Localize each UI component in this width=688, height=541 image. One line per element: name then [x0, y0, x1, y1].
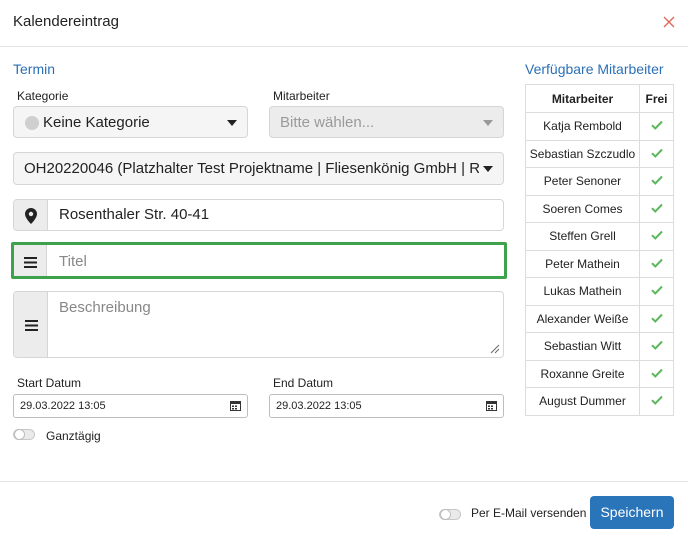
mitarbeiter-select[interactable]: Bitte wählen... [269, 106, 504, 138]
modal-header: Kalendereintrag [0, 0, 688, 47]
label-start-datum: Start Datum [17, 376, 82, 390]
employee-name: Soeren Comes [525, 194, 640, 223]
close-icon[interactable] [660, 13, 678, 31]
free-status-cell [639, 277, 674, 306]
available-employees-table: Mitarbeiter Frei Katja Rembold Sebastian … [525, 84, 674, 416]
free-status-cell [639, 139, 674, 168]
employee-name: Peter Senoner [525, 167, 640, 196]
toggle-knob [440, 509, 451, 520]
free-status-cell [639, 194, 674, 223]
free-status-cell [639, 167, 674, 196]
table-row: Roxanne Greite [525, 359, 674, 388]
end-date-value: 29.03.2022 13:05 [276, 400, 362, 412]
check-icon [650, 121, 663, 131]
column-header-mitarbeiter: Mitarbeiter [525, 84, 640, 113]
kategorie-select[interactable]: Keine Kategorie [13, 106, 248, 138]
resize-handle-icon[interactable] [490, 344, 500, 354]
label-ganztaegig: Ganztägig [46, 429, 101, 443]
label-kategorie: Kategorie [17, 89, 69, 103]
beschreibung-field[interactable]: Beschreibung [13, 291, 504, 358]
section-title-available-employees: Verfügbare Mitarbeiter [525, 61, 664, 77]
table-row: Sebastian Szczudlo [525, 139, 674, 168]
free-status-cell [639, 332, 674, 361]
titel-placeholder: Titel [59, 253, 87, 270]
employee-name: Roxanne Greite [525, 359, 640, 388]
employee-name: Alexander Weiße [525, 304, 640, 333]
section-title-termin: Termin [13, 61, 56, 77]
check-icon [650, 286, 663, 296]
map-marker-icon [25, 208, 37, 224]
check-icon [650, 258, 663, 268]
table-row: Alexander Weiße [525, 304, 674, 333]
beschreibung-addon [14, 292, 48, 357]
check-icon [650, 341, 663, 351]
employee-name: Steffen Grell [525, 222, 640, 251]
table-row: Soeren Comes [525, 194, 674, 223]
end-date-input[interactable]: 29.03.2022 13:05 [269, 394, 504, 418]
column-header-frei: Frei [639, 84, 674, 113]
check-icon [650, 313, 663, 323]
employee-name: Sebastian Witt [525, 332, 640, 361]
bars-icon [24, 257, 37, 268]
table-row: August Dummer [525, 387, 674, 416]
table-row: Peter Senoner [525, 167, 674, 196]
free-status-cell [639, 359, 674, 388]
check-icon [650, 176, 663, 186]
start-date-input[interactable]: 29.03.2022 13:05 [13, 394, 248, 418]
project-select[interactable]: OH20220046 (Platzhalter Test Projektname… [13, 152, 504, 185]
employee-name: August Dummer [525, 387, 640, 416]
table-row: Sebastian Witt [525, 332, 674, 361]
check-icon [650, 368, 663, 378]
address-addon [14, 200, 48, 230]
table-row: Katja Rembold [525, 112, 674, 141]
kategorie-value: Keine Kategorie [43, 114, 150, 131]
chevron-down-icon [483, 166, 493, 172]
employee-name: Lukas Mathein [525, 277, 640, 306]
bars-icon [25, 320, 38, 331]
address-value: Rosenthaler Str. 40-41 [59, 206, 210, 223]
titel-addon [14, 245, 47, 276]
free-status-cell [639, 304, 674, 333]
table-row: Steffen Grell [525, 222, 674, 251]
chevron-down-icon [483, 120, 493, 126]
free-status-cell [639, 112, 674, 141]
chevron-down-icon [227, 120, 237, 126]
email-toggle[interactable] [439, 509, 461, 520]
table-header-row: Mitarbeiter Frei [525, 84, 674, 113]
check-icon [650, 231, 663, 241]
mitarbeiter-placeholder: Bitte wählen... [280, 114, 375, 131]
project-value: OH20220046 (Platzhalter Test Projektname… [24, 160, 479, 177]
label-end-datum: End Datum [273, 376, 334, 390]
beschreibung-placeholder: Beschreibung [59, 299, 151, 316]
free-status-cell [639, 249, 674, 278]
free-status-cell [639, 222, 674, 251]
label-email-versenden: Per E-Mail versenden [471, 506, 587, 520]
category-color-dot [25, 116, 39, 130]
calendar-icon[interactable] [486, 400, 497, 411]
employee-name: Peter Mathein [525, 249, 640, 278]
start-date-value: 29.03.2022 13:05 [20, 400, 106, 412]
free-status-cell [639, 387, 674, 416]
modal-title: Kalendereintrag [13, 13, 119, 30]
titel-field[interactable]: Titel [11, 242, 507, 279]
calendar-icon[interactable] [230, 400, 241, 411]
check-icon [650, 396, 663, 406]
table-row: Peter Mathein [525, 249, 674, 278]
table-row: Lukas Mathein [525, 277, 674, 306]
label-mitarbeiter: Mitarbeiter [273, 89, 330, 103]
save-button[interactable]: Speichern [590, 496, 674, 529]
address-field[interactable]: Rosenthaler Str. 40-41 [13, 199, 504, 231]
allday-toggle[interactable] [13, 429, 35, 440]
check-icon [650, 203, 663, 213]
employee-name: Katja Rembold [525, 112, 640, 141]
employee-name: Sebastian Szczudlo [525, 139, 640, 168]
toggle-knob [14, 429, 25, 440]
check-icon [650, 148, 663, 158]
